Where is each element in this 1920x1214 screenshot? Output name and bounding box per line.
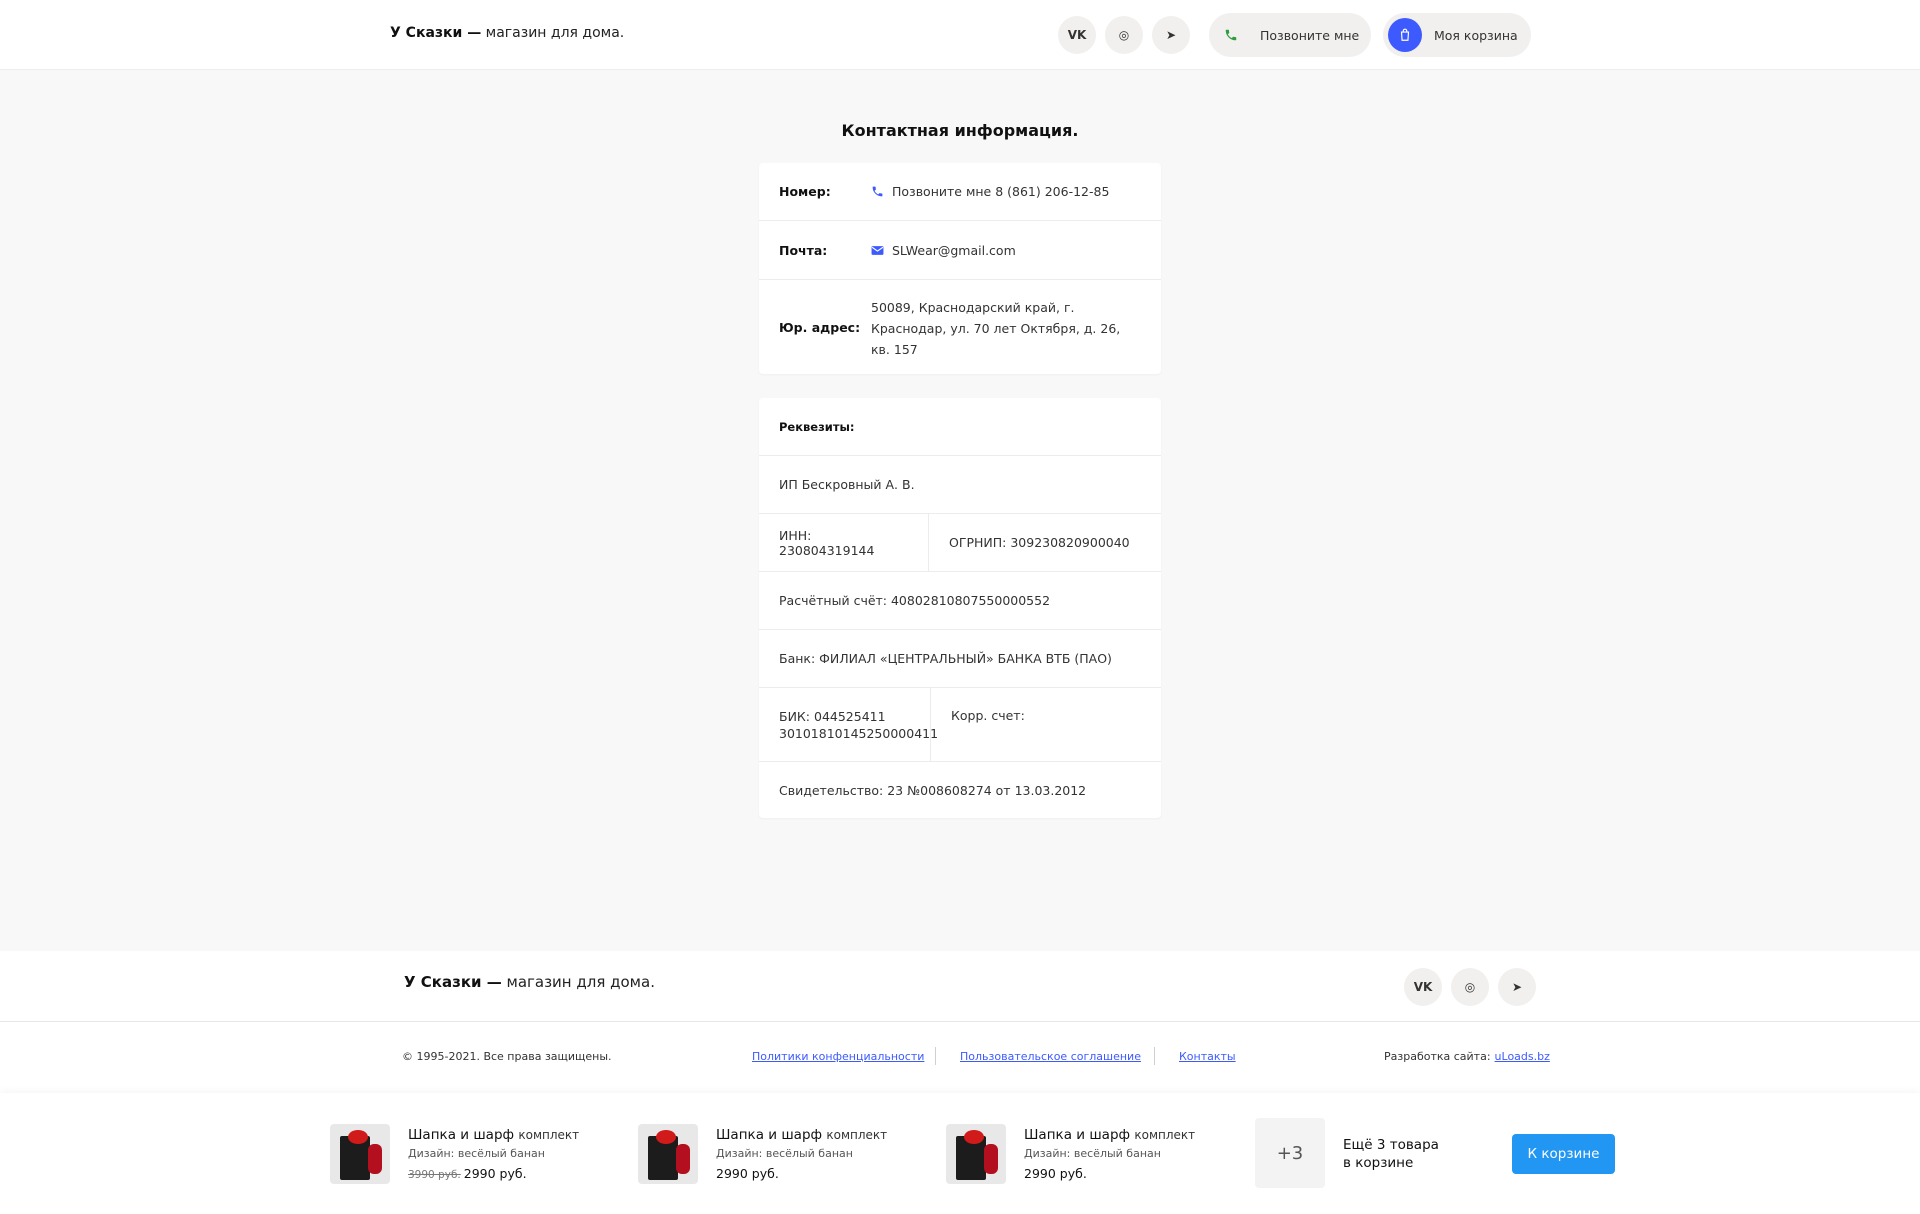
site-header: У Сказки — магазин для дома. VK ◎ ➤ Позв… (0, 0, 1920, 70)
link-separator (1154, 1047, 1155, 1065)
privacy-policy-link[interactable]: Политики конфенциальности (752, 1050, 924, 1063)
old-price: 3990 руб. (408, 1169, 461, 1181)
product-price: 2990 руб. (716, 1166, 779, 1181)
bik-value: БИК: 044525411 30101810145250000411 (759, 688, 938, 761)
more-items-text: Ещё 3 товара в корзине (1343, 1137, 1439, 1171)
phone-icon (1214, 18, 1248, 52)
site-footer: У Сказки — магазин для дома. VK ◎ ➤ © 19… (0, 951, 1920, 1093)
requisites-title-row: Реквезиты: (759, 398, 1161, 456)
call-me-button[interactable]: Позвоните мне (1209, 13, 1371, 57)
link-separator (935, 1047, 936, 1065)
phone-icon (872, 186, 883, 197)
address-label: Юр. адрес: (779, 319, 861, 335)
certificate-row: Свидетельство: 23 №008608274 от 13.03.20… (759, 762, 1161, 818)
instagram-icon[interactable]: ◎ (1105, 16, 1143, 54)
address-value: 50089, Краснодарский край, г. Краснодар,… (871, 299, 1121, 357)
telegram-icon[interactable]: ➤ (1498, 968, 1536, 1006)
developer-link[interactable]: uLoads.bz (1495, 1050, 1550, 1063)
more-items-count[interactable]: +3 (1255, 1118, 1325, 1188)
mail-icon (871, 245, 884, 255)
product-design: Дизайн: весёлый банан (716, 1147, 853, 1160)
site-logo[interactable]: У Сказки — магазин для дома. (390, 25, 624, 41)
vk-icon[interactable]: VK (1058, 16, 1096, 54)
address-row: Юр. адрес: 50089, Краснодарский край, г.… (759, 280, 1161, 374)
product-price: 3990 руб. 2990 руб. (408, 1166, 527, 1181)
contacts-card: Номер: Позвоните мне 8 (861) 206-12-85 П… (759, 163, 1161, 374)
certificate-value: Свидетельство: 23 №008608274 от 13.03.20… (779, 782, 1087, 798)
product-thumbnail (638, 1124, 698, 1184)
product-thumbnail (946, 1124, 1006, 1184)
bank-value: Банк: ФИЛИАЛ «ЦЕНТРАЛЬНЫЙ» БАНКА ВТБ (ПА… (779, 651, 1112, 666)
inn-value: ИНН: 230804319144 (759, 514, 929, 571)
product-thumbnail (330, 1124, 390, 1184)
cart-item[interactable]: Шапка и шарф комплект Дизайн: весёлый ба… (330, 1121, 579, 1187)
call-me-label: Позвоните мне (1260, 27, 1360, 43)
go-to-cart-button[interactable]: К корзине (1512, 1134, 1615, 1174)
cart-item[interactable]: Шапка и шарф комплект Дизайн: весёлый ба… (638, 1121, 887, 1187)
ogrnip-value: ОГРНИП: 309230820900040 (949, 535, 1130, 550)
bik-corr-row: БИК: 044525411 30101810145250000411 Корр… (759, 688, 1161, 762)
developer-credit: Разработка сайта: uLoads.bz (1384, 1050, 1550, 1063)
product-name: Шапка и шарф комплект (1024, 1127, 1196, 1143)
account-value: Расчётный счёт: 40802810807550000552 (779, 593, 1051, 608)
vk-icon[interactable]: VK (1404, 968, 1442, 1006)
footer-logo[interactable]: У Сказки — магазин для дома. (404, 973, 655, 991)
cart-preview-bar: Шапка и шарф комплект Дизайн: весёлый ба… (0, 1093, 1920, 1214)
phone-row: Номер: Позвоните мне 8 (861) 206-12-85 (759, 163, 1161, 221)
cart-item[interactable]: Шапка и шарф комплект Дизайн: весёлый ба… (946, 1121, 1195, 1187)
page-title: Контактная информация. (841, 121, 1079, 140)
user-agreement-link[interactable]: Пользовательское соглашение (960, 1050, 1141, 1063)
my-cart-label: Моя корзина (1434, 27, 1518, 43)
phone-label: Номер: (779, 184, 831, 199)
inn-ogrnip-row: ИНН: 230804319144 ОГРНИП: 30923082090004… (759, 514, 1161, 572)
requisites-title: Реквезиты: (779, 419, 855, 434)
corr-value: Корр. счет: (951, 708, 1025, 723)
owner-value: ИП Бескровный А. В. (779, 477, 915, 492)
email-link[interactable]: SLWear@gmail.com (871, 243, 1016, 258)
phone-link[interactable]: Позвоните мне 8 (861) 206-12-85 (871, 184, 1109, 199)
email-row: Почта: SLWear@gmail.com (759, 221, 1161, 280)
product-design: Дизайн: весёлый банан (1024, 1147, 1161, 1160)
requisites-card: Реквезиты: ИП Бескровный А. В. ИНН: 2308… (759, 398, 1161, 818)
telegram-icon[interactable]: ➤ (1152, 16, 1190, 54)
my-cart-button[interactable]: Моя корзина (1383, 13, 1531, 57)
product-design: Дизайн: весёлый банан (408, 1147, 545, 1160)
shopping-bag-icon (1388, 18, 1422, 52)
contacts-link[interactable]: Контакты (1179, 1050, 1236, 1063)
copyright: © 1995-2021. Все права защищены. (402, 1050, 612, 1063)
email-label: Почта: (779, 242, 828, 258)
footer-divider (0, 1021, 1920, 1022)
owner-row: ИП Бескровный А. В. (759, 456, 1161, 514)
instagram-icon[interactable]: ◎ (1451, 968, 1489, 1006)
product-price: 2990 руб. (1024, 1166, 1087, 1181)
account-row: Расчётный счёт: 40802810807550000552 (759, 572, 1161, 630)
product-name: Шапка и шарф комплект (716, 1127, 888, 1143)
product-name: Шапка и шарф комплект (408, 1127, 580, 1143)
bank-row: Банк: ФИЛИАЛ «ЦЕНТРАЛЬНЫЙ» БАНКА ВТБ (ПА… (759, 630, 1161, 688)
